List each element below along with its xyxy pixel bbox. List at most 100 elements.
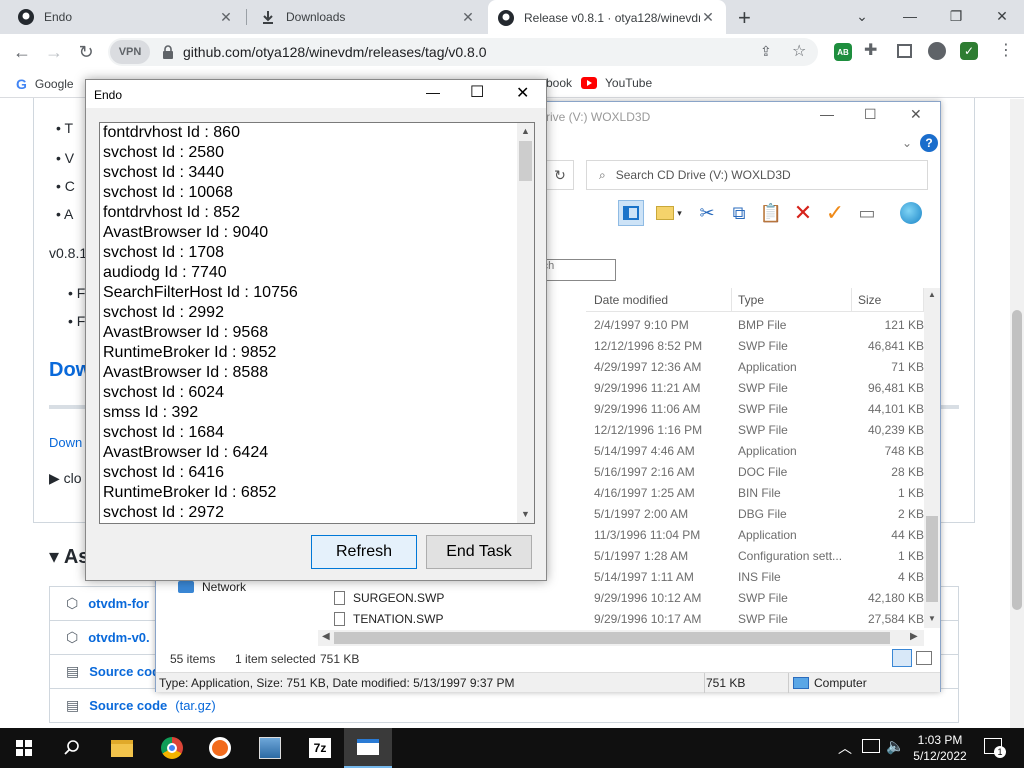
column-date[interactable]: Date modified [594, 293, 668, 307]
process-item[interactable]: RuntimeBroker Id : 9852 [103, 344, 276, 362]
process-item[interactable]: AvastBrowser Id : 9568 [103, 324, 268, 342]
process-item[interactable]: svchost Id : 1708 [103, 244, 224, 262]
taskbar-installer[interactable] [246, 728, 294, 768]
file-row[interactable]: 12/12/1996 1:16 PM SWP File 40,239 KB [586, 419, 926, 440]
volume-icon[interactable]: 🔈 [886, 737, 905, 755]
process-item[interactable]: audiodg Id : 7740 [103, 264, 227, 282]
menu-icon[interactable]: ⋮ [998, 40, 1014, 60]
chevron-up-icon[interactable]: ︿ [838, 738, 852, 758]
file-row[interactable]: 2/4/1997 9:10 PM BMP File 121 KB [586, 314, 926, 335]
file-name[interactable]: TENATION.SWP [334, 612, 443, 626]
network-icon[interactable] [862, 739, 880, 753]
taskbar-file-explorer[interactable] [98, 728, 146, 768]
process-item[interactable]: fontdrvhost Id : 852 [103, 204, 240, 222]
taskbar-avast-browser[interactable] [196, 728, 244, 768]
downloads-link[interactable]: Down [49, 435, 82, 450]
close-window-button[interactable]: ✕ [910, 106, 922, 123]
start-button[interactable] [0, 728, 48, 768]
file-row[interactable]: 9/29/1996 10:17 AM SWP File 27,584 KB [586, 608, 926, 629]
reload-button[interactable]: ↻ [76, 42, 96, 62]
folder-icon[interactable]: ▾ [650, 200, 688, 226]
scroll-down-icon[interactable]: ▼ [521, 509, 530, 519]
minimize-button[interactable]: — [426, 84, 440, 100]
file-name[interactable]: SURGEON.SWP [334, 591, 444, 605]
new-tab-button[interactable]: + [738, 5, 751, 31]
process-list[interactable]: fontdrvhost Id : 860 svchost Id : 2580 svc… [99, 122, 535, 524]
share-icon[interactable]: ⇪ [760, 43, 772, 60]
file-row[interactable]: 9/29/1996 10:12 AM SWP File 42,180 KB [586, 587, 926, 608]
process-item[interactable]: svchost Id : 2972 [103, 504, 224, 522]
file-row[interactable]: 5/16/1997 2:16 AM DOC File 28 KB [586, 461, 926, 482]
search-button[interactable] [48, 728, 96, 768]
close-icon[interactable]: ✕ [700, 9, 716, 26]
file-row[interactable]: 5/1/1997 1:28 AM Configuration sett... 1 K… [586, 545, 926, 566]
taskbar-endo[interactable] [344, 728, 392, 768]
process-item[interactable]: svchost Id : 6416 [103, 464, 224, 482]
chevron-down-icon[interactable]: ⌄ [902, 136, 912, 150]
file-row[interactable]: 4/16/1997 1:25 AM BIN File 1 KB [586, 482, 926, 503]
hscroll-thumb[interactable] [334, 632, 890, 644]
process-item[interactable]: svchost Id : 2580 [103, 144, 224, 162]
minimize-button[interactable]: — [820, 106, 834, 122]
nav-network[interactable]: Network [178, 580, 246, 594]
delete-icon[interactable]: ✕ [790, 200, 816, 226]
chevron-down-icon[interactable]: ⌄ [848, 4, 876, 28]
file-list-hscrollbar[interactable]: ◀ ▶ [318, 630, 924, 646]
process-item[interactable]: AvastBrowser Id : 6424 [103, 444, 268, 462]
maximize-button[interactable]: ☐ [864, 106, 877, 123]
bookmark-book[interactable]: book [546, 76, 572, 90]
file-row[interactable]: 9/29/1996 11:06 AM SWP File 44,101 KB [586, 398, 926, 419]
expand-toggle[interactable]: ▶ clo [49, 470, 82, 487]
vpn-button[interactable]: VPN [110, 40, 150, 64]
tiles-view-icon[interactable] [916, 651, 932, 665]
paste-icon[interactable]: 📋 [758, 200, 784, 226]
file-row[interactable]: 4/29/1997 12:36 AM Application 71 KB [586, 356, 926, 377]
minimize-button[interactable]: — [896, 4, 924, 28]
forward-button[interactable]: → [44, 42, 64, 62]
file-list-scrollbar[interactable]: ▲ ▼ [924, 288, 940, 628]
star-icon[interactable]: ☆ [792, 41, 806, 61]
scroll-thumb[interactable] [519, 141, 532, 181]
scroll-up-icon[interactable]: ▲ [521, 126, 530, 136]
process-item[interactable]: svchost Id : 3440 [103, 164, 224, 182]
refresh-button[interactable]: ↻ [546, 160, 574, 190]
process-item[interactable]: RuntimeBroker Id : 6852 [103, 484, 276, 502]
clock[interactable]: 1:03 PM 5/12/2022 [908, 732, 972, 764]
process-item[interactable]: fontdrvhost Id : 860 [103, 124, 240, 142]
scroll-left-icon[interactable]: ◀ [322, 631, 330, 642]
explorer-search-input[interactable]: ⌕ Search CD Drive (V:) WOXLD3D [586, 160, 928, 190]
process-item[interactable]: AvastBrowser Id : 8588 [103, 364, 268, 382]
column-type[interactable]: Type [738, 293, 764, 307]
sidepanel-icon[interactable] [897, 44, 912, 58]
close-window-button[interactable]: ✕ [988, 4, 1016, 28]
cut-icon[interactable]: ✂ [694, 200, 720, 226]
asset-row[interactable]: ▤ Source code (tar.gz) [49, 689, 959, 723]
taskbar-chrome[interactable] [148, 728, 196, 768]
file-row[interactable]: 5/14/1997 4:46 AM Application 748 KB [586, 440, 926, 461]
scroll-thumb[interactable] [926, 516, 938, 602]
end-task-button[interactable]: End Task [426, 535, 532, 569]
file-row[interactable]: 11/3/1996 11:04 PM Application 44 KB [586, 524, 926, 545]
tab-release[interactable]: Release v0.8.1 · otya128/winevdm ✕ [488, 0, 726, 35]
restore-button[interactable]: ❐ [942, 4, 970, 28]
taskbar-7zip[interactable]: 7z [296, 728, 344, 768]
process-list-scrollbar[interactable]: ▲ ▼ [517, 123, 534, 523]
close-icon[interactable]: ✕ [218, 9, 234, 26]
file-row[interactable]: 9/29/1996 11:21 AM SWP File 96,481 KB [586, 377, 926, 398]
maximize-button[interactable]: ☐ [470, 82, 484, 102]
copy-icon[interactable]: ⧉ [726, 200, 752, 226]
page-scroll-thumb[interactable] [1012, 310, 1022, 610]
scroll-down-icon[interactable]: ▼ [928, 614, 936, 623]
shield-icon[interactable]: ✓ [960, 42, 978, 60]
close-icon[interactable]: ✕ [460, 9, 476, 26]
file-row[interactable]: 5/1/1997 2:00 AM DBG File 2 KB [586, 503, 926, 524]
bookmark-youtube[interactable]: YouTube [581, 76, 652, 90]
process-item[interactable]: svchost Id : 2992 [103, 304, 224, 322]
process-item[interactable]: SearchFilterHost Id : 10756 [103, 284, 298, 302]
check-icon[interactable]: ✓ [822, 200, 848, 226]
bookmark-google[interactable]: G Google [16, 76, 74, 92]
puzzle-icon[interactable]: ✚ [864, 40, 877, 60]
tab-downloads[interactable]: Downloads ✕ [250, 0, 486, 34]
scroll-right-icon[interactable]: ▶ [910, 631, 918, 642]
tab-endo[interactable]: Endo ✕ [8, 0, 244, 34]
